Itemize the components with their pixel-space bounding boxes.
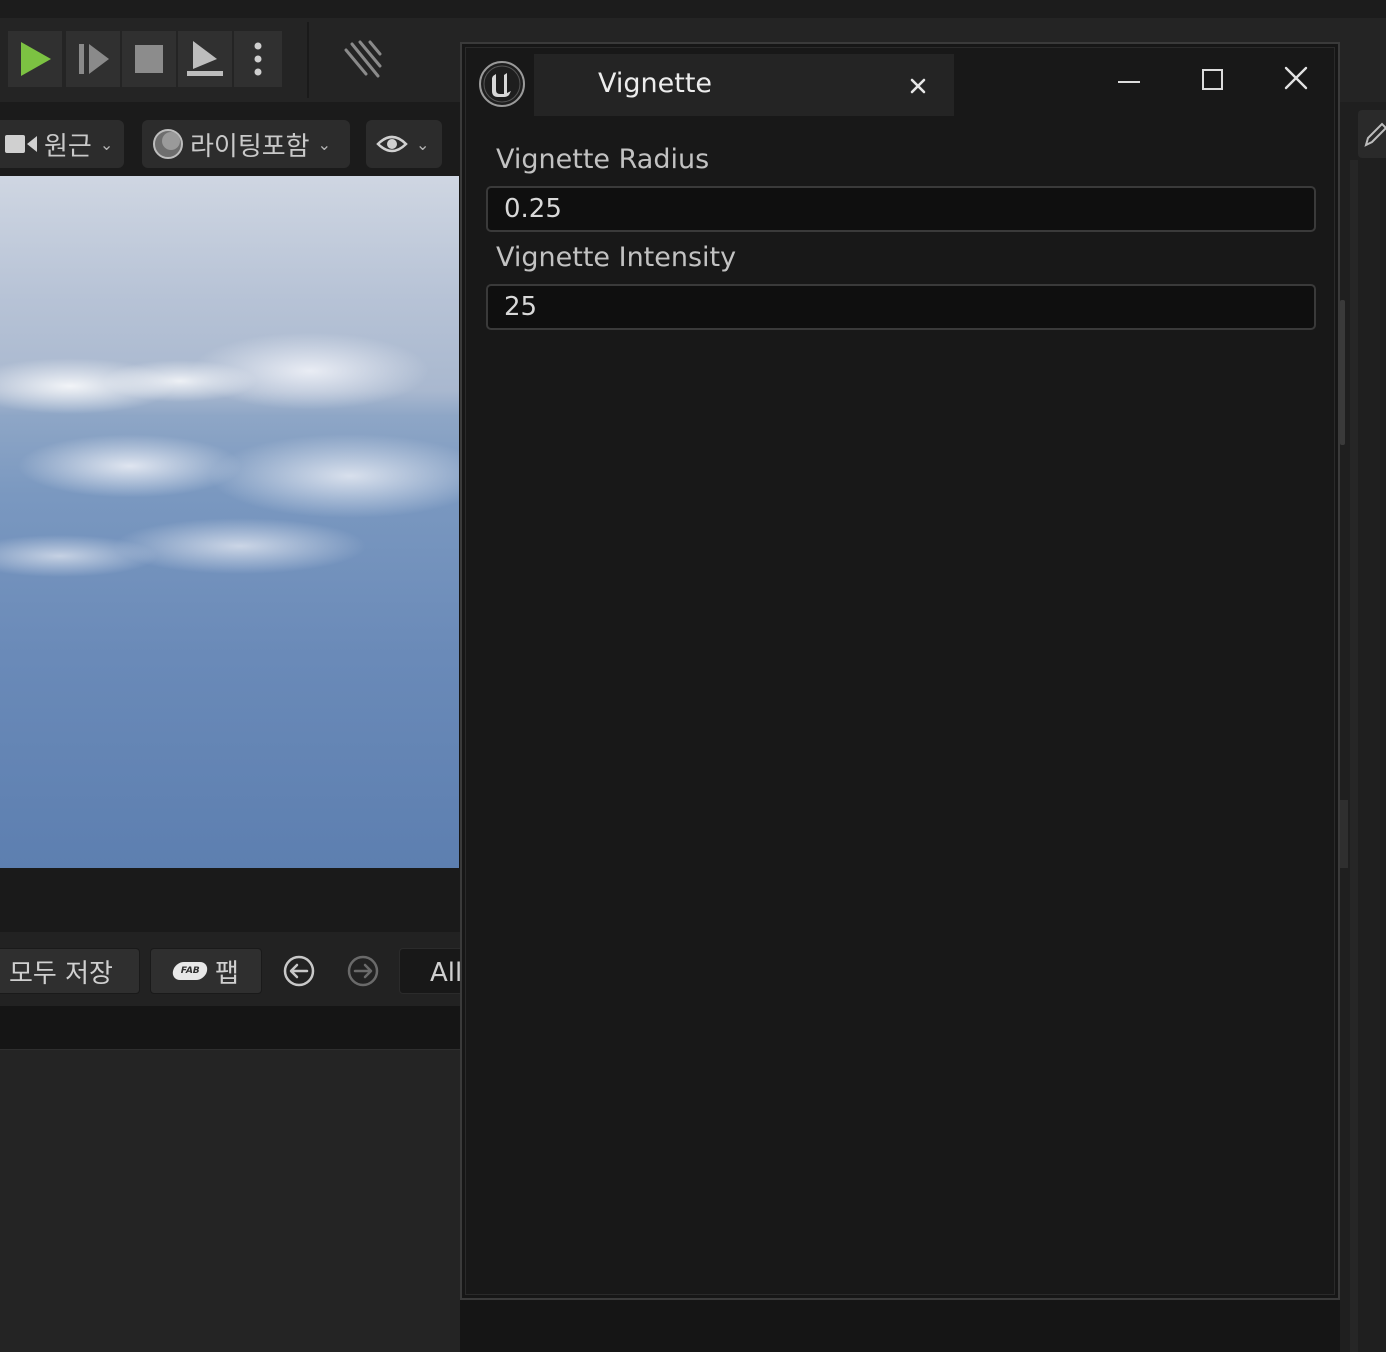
vignette-intensity-input[interactable] (486, 284, 1316, 330)
view-mode-dropdown[interactable]: 원근 ⌄ (0, 120, 124, 168)
save-all-label: 모두 저장 (9, 958, 113, 989)
vignette-radius-label: Vignette Radius (496, 144, 710, 175)
path-filter-box[interactable]: All (399, 948, 469, 994)
edit-icon (1364, 122, 1386, 147)
lighting-mode-dropdown[interactable]: 라이팅포함 ⌄ (142, 120, 350, 168)
show-flags-dropdown[interactable]: ⌄ (366, 120, 442, 168)
level-viewport[interactable] (0, 176, 459, 868)
hatch-icon (344, 40, 382, 78)
chevron-down-icon: ⌄ (317, 134, 332, 154)
fab-label: 팹 (215, 958, 239, 989)
eject-button[interactable] (178, 31, 232, 87)
lighting-mode-label: 라이팅포함 (190, 131, 310, 162)
vignette-radius-input[interactable] (486, 186, 1316, 232)
advance-frame-button[interactable] (66, 31, 120, 87)
fab-logo-icon: FAB (171, 962, 209, 980)
minimize-icon[interactable] (1108, 60, 1148, 100)
viewport-toolbar: 원근 ⌄ 라이팅포함 ⌄ ⌄ (0, 102, 460, 176)
content-browser-toolbar: 모두 저장 FAB 팹 All (0, 932, 469, 1006)
vignette-intensity-label: Vignette Intensity (496, 242, 737, 273)
chevron-down-icon: ⌄ (99, 134, 114, 154)
fab-button[interactable]: FAB 팹 (150, 948, 262, 994)
save-all-button[interactable]: 모두 저장 (0, 948, 140, 994)
viewport-bottom-bar (0, 868, 460, 932)
vignette-tab-title: Vignette (598, 68, 713, 99)
content-browser-path-bar (0, 1006, 460, 1050)
toolbar-separator (307, 22, 309, 98)
right-panel-tab[interactable] (1358, 110, 1386, 158)
maximize-icon[interactable] (1192, 60, 1232, 100)
tab-close-icon[interactable] (904, 72, 932, 100)
content-browser-body (0, 1050, 460, 1352)
editor-top-strip (0, 0, 1386, 18)
eye-icon (376, 135, 408, 153)
vignette-window: Vignette Vignette Radius Vignette Intens… (460, 42, 1340, 1300)
platforms-button[interactable] (340, 38, 384, 86)
camera-icon (5, 135, 37, 153)
play-icon (21, 42, 51, 76)
play-options-button[interactable] (234, 31, 282, 87)
step-forward-icon (79, 44, 109, 74)
vignette-window-body: Vignette Vignette Radius Vignette Intens… (465, 47, 1335, 1295)
right-panel-scrollbar[interactable] (1340, 300, 1345, 445)
unreal-engine-logo-icon (479, 61, 525, 107)
vignette-tab[interactable]: Vignette (534, 54, 954, 116)
stop-icon (135, 45, 163, 73)
right-side-panel (1340, 102, 1386, 1352)
forward-arrow-icon[interactable] (346, 954, 380, 988)
close-icon[interactable] (1276, 60, 1316, 100)
lit-sphere-icon (153, 129, 183, 159)
stop-button[interactable] (122, 31, 176, 87)
right-panel-scrollbar-lower[interactable] (1340, 800, 1348, 868)
view-mode-label: 원근 (44, 131, 92, 162)
back-arrow-icon[interactable] (282, 954, 316, 988)
more-vertical-icon (254, 42, 262, 76)
right-panel-divider (1350, 160, 1358, 1352)
eject-icon (187, 41, 223, 76)
chevron-down-icon: ⌄ (416, 134, 430, 154)
play-button[interactable] (8, 31, 62, 87)
filter-text: All (430, 958, 463, 988)
